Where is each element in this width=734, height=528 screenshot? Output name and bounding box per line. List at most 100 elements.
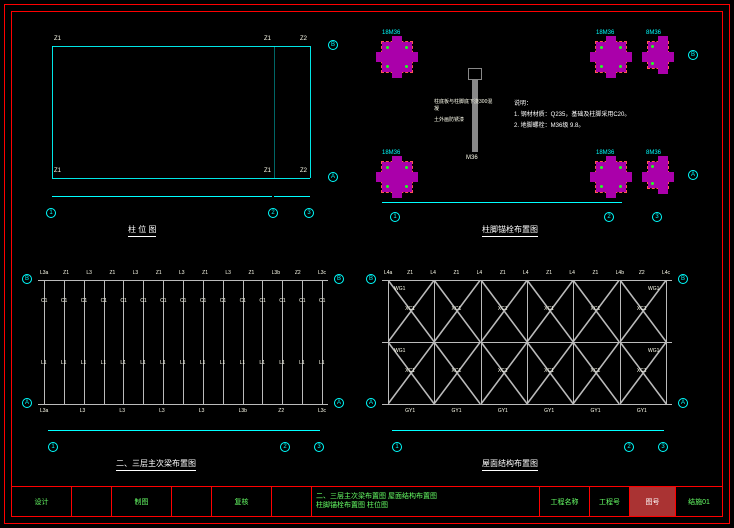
tb-dwgno-label: 图号 <box>630 487 676 516</box>
dim-h1 <box>52 196 272 197</box>
beam-label: C1 <box>299 298 305 304</box>
col-label: Z1 <box>54 36 61 42</box>
axis-1: 1 <box>48 442 58 452</box>
beam-label: C1 <box>279 298 285 304</box>
beam-label: C1 <box>140 298 146 304</box>
edge-beam-label: Z1 <box>63 270 69 276</box>
beam-label: L1 <box>299 360 305 366</box>
bolt-detail-label: M36 <box>466 155 478 161</box>
detail-text2: 土外画防锈漆 <box>434 116 464 123</box>
beam-label: L1 <box>180 360 186 366</box>
purlin-label: WG1 <box>648 286 659 292</box>
beam-label: C1 <box>240 298 246 304</box>
beam-label: C1 <box>81 298 87 304</box>
axis-B: B <box>678 274 688 284</box>
tb-dwgno: 结施01 <box>676 487 722 516</box>
edge-beam-label: L4c <box>662 270 670 276</box>
purlin-label: WG1 <box>648 348 659 354</box>
edge-beam-label: L3c <box>318 270 326 276</box>
axis-1: 1 <box>390 212 400 222</box>
tb-proj: 工程名称 <box>540 487 590 516</box>
brace-label: XC1 <box>452 306 462 312</box>
bolt-count: 18M36 <box>382 150 400 156</box>
anchor-plate-small <box>648 162 668 188</box>
beam-label: L1 <box>160 360 166 366</box>
edge-beam-label: L3 <box>119 408 125 414</box>
beam-label: L1 <box>240 360 246 366</box>
dim-h2 <box>274 196 310 197</box>
edge-beam-label: Z2 <box>639 270 645 276</box>
bolt-count: 18M36 <box>382 30 400 36</box>
rafter <box>666 280 667 404</box>
tb-check-val <box>272 487 312 516</box>
tie-label: GY1 <box>405 408 415 414</box>
brace-label: XC1 <box>452 368 462 374</box>
axis-1: 1 <box>46 208 56 218</box>
axis-2: 2 <box>280 442 290 452</box>
edge-beam-label: Z1 <box>593 270 599 276</box>
edge-beam-label: L4 <box>569 270 575 276</box>
caption-view3: 二、三层主次梁布置图 <box>116 458 196 471</box>
axis-3: 3 <box>304 208 314 218</box>
edge-beam-label: L3 <box>133 270 139 276</box>
col-label: Z1 <box>264 168 271 174</box>
edge-beam-label: Z1 <box>500 270 506 276</box>
edge-beam-label: L3 <box>225 270 231 276</box>
notes-line: 2. 地脚螺栓：M36级 9.8。 <box>514 120 630 129</box>
beam-label: L1 <box>101 360 107 366</box>
edge-beam-label: L3 <box>179 270 185 276</box>
axis-3: 3 <box>652 212 662 222</box>
axis-A: A <box>22 398 32 408</box>
axis-B: B <box>366 274 376 284</box>
tb-drawn-val <box>172 487 212 516</box>
beam-label: C1 <box>200 298 206 304</box>
purlin-label: WG1 <box>394 286 405 292</box>
axis-B: B <box>328 40 338 50</box>
beam-bot <box>38 404 328 405</box>
anchor-plate <box>382 42 412 72</box>
beam-label: L1 <box>140 360 146 366</box>
tb-drawing-name: 二、三层主次梁布置图 屋面结构布置图 柱脚锚栓布置图 柱位图 <box>312 487 540 516</box>
axis-1: 1 <box>392 442 402 452</box>
axis-A: A <box>688 170 698 180</box>
beam-label: C1 <box>120 298 126 304</box>
outline-left <box>52 46 53 178</box>
beam-label: C1 <box>259 298 265 304</box>
anchor-plate <box>382 162 412 192</box>
beam-label: L1 <box>81 360 87 366</box>
brace-label: XC1 <box>637 368 647 374</box>
beam-label: L1 <box>41 360 47 366</box>
purlin-label: WG1 <box>394 348 405 354</box>
tie-label: GY1 <box>544 408 554 414</box>
beam-label: C1 <box>61 298 67 304</box>
tb-stage: 工程号 <box>590 487 630 516</box>
brace-label: XC1 <box>405 306 415 312</box>
beam-label: C1 <box>41 298 47 304</box>
edge-beam-label: L4 <box>523 270 529 276</box>
edge-beam-label: L4a <box>384 270 392 276</box>
edge-beam-label: Z1 <box>202 270 208 276</box>
col-label: Z1 <box>54 168 61 174</box>
edge-beam-label: L3b <box>239 408 247 414</box>
edge-beam-label: Z1 <box>546 270 552 276</box>
beam-label: L1 <box>319 360 325 366</box>
caption-view1: 柱 位 图 <box>128 224 156 237</box>
edge-beam-label: Z2 <box>278 408 284 414</box>
beam-label: L1 <box>259 360 265 366</box>
brace-label: XC1 <box>591 306 601 312</box>
view-roof-layout: XC1XC1XC1XC1XC1XC1WG1WG1XC1XC1XC1XC1XC1X… <box>372 250 718 470</box>
dim-h1 <box>392 430 632 431</box>
beam-bot <box>382 404 672 405</box>
axis-3: 3 <box>658 442 668 452</box>
drawing-frame: Z1 Z1 Z2 Z1 Z1 Z2 1 2 3 B A 柱 位 图 <box>11 11 723 517</box>
axis-A: A <box>678 398 688 408</box>
edge-beam-label: L3 <box>80 408 86 414</box>
brace-label: XC1 <box>544 306 554 312</box>
axis-A: A <box>366 398 376 408</box>
anchor-plate <box>596 42 626 72</box>
notes-line: 1. 钢材材质：Q235，基础及柱脚采用C20。 <box>514 109 630 118</box>
edge-beam-label: L4b <box>616 270 624 276</box>
grid-2 <box>274 46 275 178</box>
tie-label: GY1 <box>591 408 601 414</box>
caption-view2: 柱脚锚栓布置图 <box>482 224 538 237</box>
